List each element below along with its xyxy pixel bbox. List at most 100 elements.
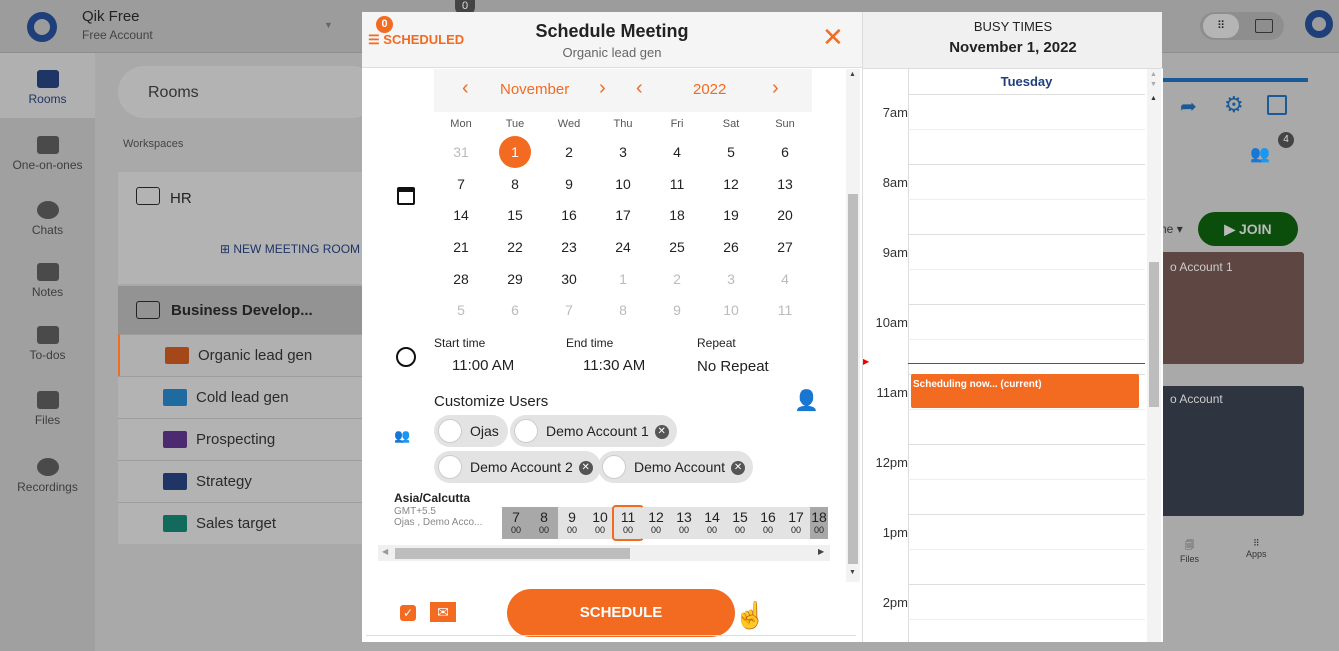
calendar-day[interactable]: 9 — [553, 168, 585, 200]
calendar-day[interactable]: 10 — [715, 294, 747, 326]
calendar-day[interactable]: 13 — [769, 168, 801, 200]
scroll-thumb[interactable] — [1149, 262, 1159, 407]
calendar-day[interactable]: 6 — [769, 136, 801, 168]
calendar-day[interactable]: 30 — [553, 263, 585, 295]
slot-scrollbar[interactable]: ◀ ▶ — [378, 545, 830, 561]
calendar-day[interactable]: 1 — [607, 263, 639, 295]
time-slot[interactable]: 8 00 — [530, 507, 558, 539]
calendar-day[interactable]: 6 — [499, 294, 531, 326]
room-item[interactable]: Prospecting — [118, 418, 378, 460]
workspace-hr[interactable]: HR ⊞ NEW MEETING ROOM — [118, 172, 378, 284]
calendar-day[interactable]: 14 — [445, 199, 477, 231]
sidebar-item-one-on-ones[interactable]: One-on-ones — [0, 136, 95, 172]
files-button[interactable]: 🗐 Files — [1180, 538, 1199, 564]
time-slot[interactable]: 10 00 — [586, 507, 614, 539]
calendar-day[interactable]: 9 — [661, 294, 693, 326]
calendar-day[interactable]: 26 — [715, 231, 747, 263]
calendar-day[interactable]: 11 — [769, 294, 801, 326]
video-tile[interactable]: o Account — [1160, 386, 1304, 516]
event-block[interactable]: Scheduling now... (current) — [911, 374, 1139, 408]
calendar-day[interactable]: 15 — [499, 199, 531, 231]
workspace-business[interactable]: Business Develop... — [118, 286, 378, 334]
video-tile[interactable]: o Account 1 — [1160, 252, 1304, 364]
calendar-day[interactable]: 7 — [445, 168, 477, 200]
calendar-day[interactable]: 3 — [607, 136, 639, 168]
calendar-day[interactable]: 8 — [499, 168, 531, 200]
time-slot[interactable]: 17 00 — [782, 507, 810, 539]
calendar-day[interactable]: 25 — [661, 231, 693, 263]
remove-user-icon[interactable]: ✕ — [731, 461, 746, 476]
time-slot[interactable]: 15 00 — [726, 507, 754, 539]
scroll-right-icon[interactable]: ▶ — [818, 547, 824, 556]
sidebar-item-chats[interactable]: Chats — [0, 201, 95, 237]
calendar-day[interactable]: 21 — [445, 231, 477, 263]
join-button[interactable]: ▶ JOIN — [1198, 212, 1298, 246]
calendar-day[interactable]: 27 — [769, 231, 801, 263]
month-label[interactable]: November — [500, 81, 569, 98]
calendar-day[interactable]: 22 — [499, 231, 531, 263]
time-slot[interactable]: 12 00 — [642, 507, 670, 539]
calendar-day[interactable]: 29 — [499, 263, 531, 295]
time-slot-selected[interactable]: 11 00 — [612, 505, 644, 541]
apps-button[interactable]: ⠿ Apps — [1246, 538, 1267, 559]
calendar-day[interactable]: 5 — [715, 136, 747, 168]
scroll-down-icon[interactable]: ▼ — [849, 569, 856, 576]
dialog-scrollbar[interactable]: ▲ ▼ — [846, 69, 860, 582]
busy-scrollbar[interactable]: ▲ ▼ ▲ — [1147, 69, 1161, 642]
sidebar-item-todos[interactable]: To-dos — [0, 326, 95, 362]
calendar-day-selected[interactable]: 1 — [499, 136, 531, 168]
settings-icon[interactable]: ⚙ — [1224, 92, 1244, 118]
scroll-up-icon[interactable]: ▲ — [1150, 71, 1157, 78]
popout-icon[interactable] — [1267, 95, 1287, 115]
calendar-day[interactable]: 2 — [553, 136, 585, 168]
calendar-day[interactable]: 7 — [553, 294, 585, 326]
sidebar-item-notes[interactable]: Notes — [0, 263, 95, 299]
sidebar-item-rooms[interactable]: Rooms — [0, 53, 95, 118]
calendar-day[interactable]: 18 — [661, 199, 693, 231]
calendar-day[interactable]: 3 — [715, 263, 747, 295]
time-slot[interactable]: 9 00 — [558, 507, 586, 539]
email-checkbox[interactable]: ✓ — [400, 605, 416, 621]
calendar-day[interactable]: 23 — [553, 231, 585, 263]
room-item[interactable]: Cold lead gen — [118, 376, 378, 418]
calendar-day[interactable]: 5 — [445, 294, 477, 326]
schedule-button[interactable]: SCHEDULE — [507, 589, 735, 637]
sidebar-item-files[interactable]: Files — [0, 391, 95, 427]
time-slot[interactable]: 7 00 — [502, 507, 530, 539]
time-slot[interactable]: 18 00 — [810, 507, 828, 539]
room-item[interactable]: Sales target — [118, 502, 378, 544]
rooms-search[interactable]: Rooms — [118, 66, 378, 118]
sidebar-item-recordings[interactable]: Recordings — [0, 458, 95, 494]
calendar-day[interactable]: 12 — [715, 168, 747, 200]
view-toggle[interactable]: ⠿ — [1200, 12, 1284, 40]
room-item[interactable]: Strategy — [118, 460, 378, 502]
remove-user-icon[interactable]: ✕ — [578, 461, 593, 476]
year-label[interactable]: 2022 — [693, 81, 726, 98]
time-slot[interactable]: 14 00 — [698, 507, 726, 539]
share-icon[interactable]: ➦ — [1180, 94, 1197, 119]
prev-month-icon[interactable]: ‹ — [462, 77, 469, 100]
grid-view-icon[interactable]: ⠿ — [1203, 14, 1239, 38]
scroll-thumb[interactable] — [848, 194, 858, 564]
calendar-day[interactable]: 17 — [607, 199, 639, 231]
participants-icon[interactable]: 👥 — [1250, 144, 1270, 164]
time-slot[interactable]: 16 00 — [754, 507, 782, 539]
add-user-icon[interactable]: 👤 — [794, 388, 819, 413]
calendar-day[interactable]: 8 — [607, 294, 639, 326]
profile-logo-icon[interactable] — [1305, 10, 1333, 38]
calendar-day[interactable]: 10 — [607, 168, 639, 200]
room-item[interactable]: Organic lead gen — [118, 334, 378, 376]
scroll-thumb[interactable] — [395, 548, 630, 559]
remove-user-icon[interactable]: ✕ — [654, 425, 669, 440]
scroll-left-icon[interactable]: ◀ — [382, 547, 388, 556]
account-dropdown-icon[interactable]: ▼ — [324, 20, 333, 30]
calendar-day[interactable]: 20 — [769, 199, 801, 231]
calendar-day[interactable]: 2 — [661, 263, 693, 295]
calendar-day[interactable]: 24 — [607, 231, 639, 263]
new-meeting-room-button[interactable]: ⊞ NEW MEETING ROOM — [220, 242, 360, 256]
sidebar-view-icon[interactable] — [1255, 19, 1273, 33]
prev-year-icon[interactable]: ‹ — [636, 77, 643, 100]
scroll-down-icon[interactable]: ▼ — [1150, 81, 1157, 88]
time-slot[interactable]: 13 00 — [670, 507, 698, 539]
next-year-icon[interactable]: › — [772, 77, 779, 100]
